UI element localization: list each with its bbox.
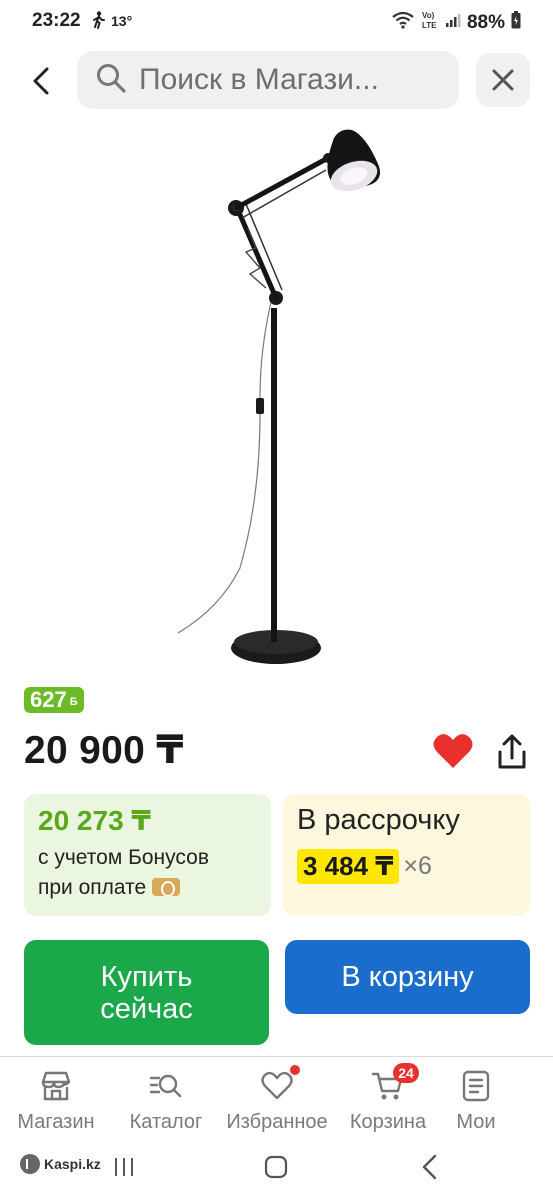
battery-percent: 88% (466, 11, 505, 33)
recent-apps-button[interactable] (112, 1156, 136, 1183)
nav-label-shop: Магазин (17, 1111, 95, 1133)
floor-lamp-image (177, 129, 380, 664)
nav-item-cart[interactable]: 24 Корзина (340, 1057, 436, 1147)
back-button[interactable] (18, 58, 64, 104)
share-button[interactable] (492, 732, 532, 772)
cart-count-badge: 24 (393, 1063, 419, 1083)
nav-label-catalog: Каталог (129, 1111, 203, 1133)
kaspi-gold-card-icon (152, 878, 181, 897)
installment-card[interactable]: В рассрочку 3 484 ₸ ×6 (283, 794, 530, 916)
buy-now-button[interactable]: Купить сейчас (24, 940, 269, 1045)
heart-icon (433, 734, 473, 768)
wifi-icon (391, 11, 415, 34)
status-time: 23:22 (32, 10, 81, 31)
bonus-badge: 627 Б (24, 687, 84, 713)
cart-icon: 24 (371, 1063, 419, 1103)
search-bar[interactable] (77, 51, 459, 109)
kaspi-logo-icon (20, 1154, 40, 1174)
nav-item-catalog[interactable]: Каталог (118, 1057, 214, 1147)
catalog-search-icon (149, 1069, 183, 1103)
volte-icon: Vo) LTE (421, 10, 439, 35)
bottom-navigation: Магазин Каталог Избранное 24 Корзина Мои (0, 1056, 553, 1146)
installment-amount: 3 484 ₸ (297, 849, 400, 884)
bonus-note-line1: с учетом Бонусов (38, 846, 209, 869)
bonus-note: с учетом Бонусов при оплате (38, 843, 257, 903)
nav-label-favorites: Избранное (226, 1111, 328, 1133)
bonus-amount: 627 (30, 687, 67, 712)
heart-outline-icon (260, 1065, 300, 1103)
search-icon (95, 62, 127, 99)
favorites-notification-dot (290, 1065, 300, 1075)
search-input[interactable] (139, 63, 439, 97)
nav-item-shop[interactable]: Магазин (8, 1057, 104, 1147)
product-price: 20 900 ₸ (24, 729, 184, 772)
svg-text:LTE: LTE (422, 21, 437, 30)
system-back-icon (422, 1154, 437, 1180)
installment-multiplier: ×6 (403, 852, 432, 880)
installment-title: В рассрочку (297, 804, 460, 836)
bonus-note-line2: при оплате (38, 876, 147, 899)
walking-icon (91, 11, 107, 34)
product-image[interactable] (120, 118, 440, 678)
store-icon (39, 1069, 73, 1103)
nav-label-cart: Корзина (349, 1111, 427, 1133)
close-button[interactable] (476, 53, 530, 107)
favorite-button[interactable] (432, 732, 474, 770)
home-button[interactable] (264, 1155, 288, 1184)
status-icons: Vo) LTE 88% (391, 10, 521, 35)
close-icon (492, 69, 514, 91)
nav-item-mine[interactable]: Мои (440, 1057, 512, 1147)
share-icon (498, 734, 526, 769)
svg-text:Vo): Vo) (422, 11, 435, 20)
home-icon (264, 1155, 288, 1179)
battery-icon (511, 11, 521, 34)
system-back-button[interactable] (420, 1154, 440, 1185)
status-temperature: 13° (111, 13, 133, 29)
bonus-price: 20 273 ₸ (38, 805, 151, 836)
nav-item-favorites[interactable]: Избранное (218, 1057, 336, 1147)
bonus-price-card[interactable]: 20 273 ₸ с учетом Бонусов при оплате (24, 794, 271, 916)
kaspi-brand-text: Kaspi.kz (44, 1156, 101, 1172)
kaspi-brand: Kaspi.kz (20, 1154, 101, 1174)
signal-icon (445, 12, 461, 33)
add-to-cart-button[interactable]: В корзину (285, 940, 530, 1014)
status-bar: 23:22 13° Vo) LTE 88% (0, 0, 553, 44)
bonus-unit: Б (69, 696, 78, 708)
document-list-icon (459, 1069, 493, 1103)
chevron-left-icon (33, 67, 49, 95)
recent-apps-icon (115, 1158, 133, 1176)
nav-label-mine: Мои (456, 1111, 496, 1133)
